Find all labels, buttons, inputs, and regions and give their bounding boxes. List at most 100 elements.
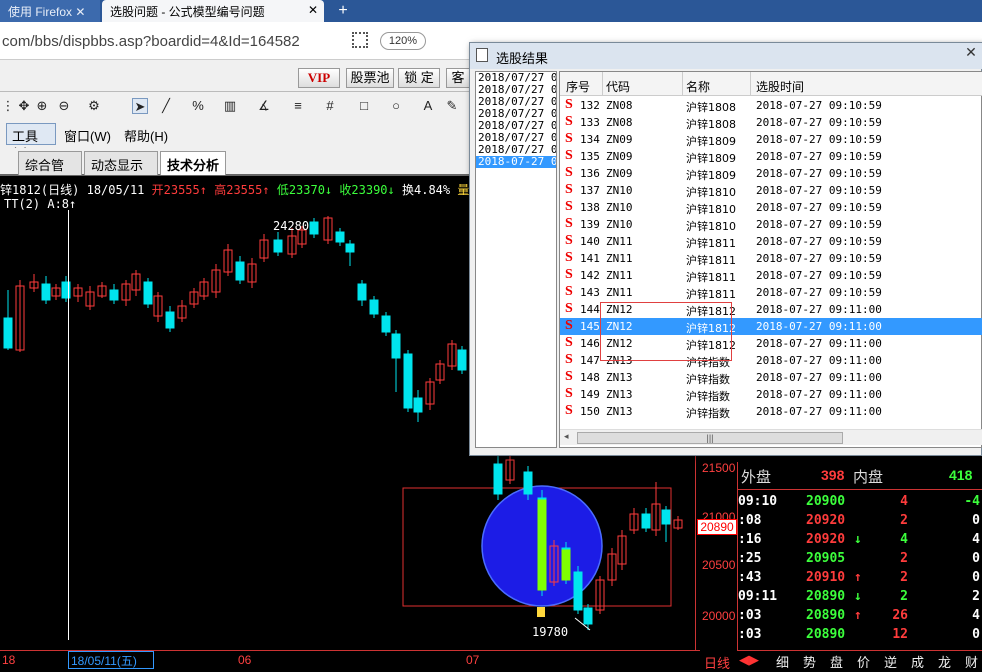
tick-chg: -4: [964, 494, 980, 509]
cell-name: 沪锌1811: [686, 288, 736, 301]
axis-price-label: 20000: [702, 609, 736, 623]
tab-overview[interactable]: 综合管理: [18, 151, 82, 192]
panel-tab[interactable]: 财: [965, 652, 978, 671]
panel-tab[interactable]: 势: [803, 652, 816, 671]
text-tool-icon[interactable]: A: [420, 98, 436, 114]
scroll-left-icon[interactable]: ◂: [564, 431, 569, 442]
table-row[interactable]: S 142 ZN11 沪锌1811 2018-07-27 09:10:59: [560, 267, 982, 284]
qr-code-icon[interactable]: [352, 32, 368, 48]
tick-vol: 2: [900, 513, 908, 528]
line-tool-icon[interactable]: ╱: [158, 98, 174, 114]
pointer-icon[interactable]: ➤: [132, 98, 148, 114]
cell-time: 2018-07-27 09:10:59: [756, 269, 882, 282]
date-label-selected: 18/05/11(五): [68, 651, 154, 669]
col-time[interactable]: 选股时间: [756, 78, 804, 95]
stock-pool-button[interactable]: 股票池: [346, 68, 394, 88]
brush-tool-icon[interactable]: ✎: [444, 98, 460, 114]
close-icon[interactable]: ✕: [72, 5, 85, 19]
table-row[interactable]: S 143 ZN11 沪锌1811 2018-07-27 09:10:59: [560, 284, 982, 301]
cell-s: S: [565, 403, 573, 418]
scrollbar-thumb[interactable]: |||: [577, 432, 843, 444]
circle-tool-icon[interactable]: ○: [388, 98, 404, 114]
date-list[interactable]: 2018/07/27 0 2018/07/27 0 2018/07/27 0 2018…: [475, 71, 557, 448]
tick-price: 20920: [806, 513, 846, 528]
rect-tool-icon[interactable]: □: [356, 98, 372, 114]
panel-tab[interactable]: 盘: [830, 652, 843, 671]
table-row[interactable]: S 136 ZN09 沪锌1809 2018-07-27 09:10:59: [560, 165, 982, 182]
table-row[interactable]: S 132 ZN08 沪锌1808 2018-07-27 09:10:59: [560, 97, 982, 114]
table-row[interactable]: S 137 ZN10 沪锌1810 2018-07-27 09:10:59: [560, 182, 982, 199]
zoom-in-icon[interactable]: ⊕: [34, 98, 50, 114]
tab-prev-icon[interactable]: ◀▶: [739, 652, 759, 668]
col-divider: [750, 72, 751, 96]
col-name[interactable]: 名称: [686, 78, 710, 95]
tick-time: 09:10: [738, 494, 778, 509]
move-icon[interactable]: ✥: [16, 98, 32, 114]
candle-body: [3, 317, 13, 349]
outer-label: 外盘: [741, 469, 772, 486]
tab-technical-analysis[interactable]: 技术分析: [160, 151, 226, 175]
panel-tab[interactable]: 价: [857, 652, 870, 671]
menu-tools[interactable]: 工具(T): [6, 123, 56, 160]
cell-name: 沪锌指数: [686, 407, 730, 420]
col-code[interactable]: 代码: [606, 78, 630, 95]
quote-date: 18/05/11: [86, 183, 145, 197]
grid-tool-icon[interactable]: #: [322, 98, 338, 114]
gear-icon[interactable]: ⚙: [86, 98, 102, 114]
new-tab-plus-icon[interactable]: +: [330, 0, 356, 22]
candle-body: [109, 289, 119, 301]
panel-tab[interactable]: 成: [911, 652, 924, 671]
browser-tab-firefox[interactable]: 使用 Firefox ✕: [0, 0, 100, 22]
table-row[interactable]: S 141 ZN11 沪锌1811 2018-07-27 09:10:59: [560, 250, 982, 267]
tick-price: 20890: [806, 608, 846, 623]
cell-seq: 143: [580, 286, 600, 299]
cell-seq: 140: [580, 235, 600, 248]
cell-time: 2018-07-27 09:10:59: [756, 252, 882, 265]
tab-dynamic[interactable]: 动态显示牌: [84, 151, 158, 192]
fib-tool-icon[interactable]: ≡: [290, 98, 306, 114]
table-row[interactable]: S 134 ZN09 沪锌1809 2018-07-27 09:10:59: [560, 131, 982, 148]
angle-tool-icon[interactable]: ∡: [256, 98, 272, 114]
table-row[interactable]: S 138 ZN10 沪锌1810 2018-07-27 09:10:59: [560, 199, 982, 216]
tick-chg: 0: [972, 551, 980, 566]
menu-help[interactable]: 帮助(H): [124, 126, 168, 145]
panel-tab[interactable]: 龙: [938, 652, 951, 671]
cell-time: 2018-07-27 09:10:59: [756, 218, 882, 231]
zoom-out-icon[interactable]: ⊖: [56, 98, 72, 114]
crosshair-line: [68, 210, 69, 640]
table-row[interactable]: S 135 ZN09 沪锌1809 2018-07-27 09:10:59: [560, 148, 982, 165]
table-row[interactable]: S 139 ZN10 沪锌1810 2018-07-27 09:10:59: [560, 216, 982, 233]
tab-title: 选股问题 - 公式模型编号问题: [110, 5, 265, 19]
close-icon[interactable]: ✕: [960, 44, 982, 66]
panel-tab[interactable]: 细: [776, 652, 789, 671]
table-row[interactable]: S 140 ZN11 沪锌1811 2018-07-27 09:10:59: [560, 233, 982, 250]
table-row[interactable]: S 150 ZN13 沪锌指数 2018-07-27 09:11:00: [560, 403, 982, 420]
tick-time: 09:11: [738, 589, 778, 604]
open-price: 开23555↑: [151, 183, 207, 197]
more-button[interactable]: 客: [446, 68, 470, 88]
menu-window[interactable]: 窗口(W): [64, 126, 111, 145]
table-row[interactable]: S 148 ZN13 沪锌指数 2018-07-27 09:11:00: [560, 369, 982, 386]
url-text[interactable]: com/bbs/dispbbs.asp?boardid=4&Id=164582: [2, 33, 300, 50]
date-list-item[interactable]: 2018-07-27 0: [476, 156, 556, 168]
candle-body: [41, 283, 51, 301]
lock-button[interactable]: 锁 定: [398, 68, 440, 88]
col-seq[interactable]: 序号: [566, 78, 590, 95]
table-row[interactable]: S 149 ZN13 沪锌指数 2018-07-27 09:11:00: [560, 386, 982, 403]
col-divider: [602, 72, 603, 96]
ruler-tool-icon[interactable]: ▥: [222, 98, 238, 114]
period-label[interactable]: 日线: [704, 653, 730, 672]
panel-tab[interactable]: 逆: [884, 652, 897, 671]
percent-tool-icon[interactable]: %: [190, 98, 206, 114]
table-row[interactable]: S 133 ZN08 沪锌1808 2018-07-27 09:10:59: [560, 114, 982, 131]
cell-name: 沪锌1810: [686, 220, 736, 233]
browser-tab-active[interactable]: 选股问题 - 公式模型编号问题 ✕: [102, 0, 324, 22]
date-label: 18: [2, 653, 16, 667]
cell-seq: 145: [580, 320, 600, 333]
close-icon[interactable]: ✕: [308, 3, 318, 17]
zoom-level[interactable]: 120%: [380, 32, 426, 50]
marker-icon: [537, 607, 545, 617]
vip-button[interactable]: VIP: [298, 68, 340, 88]
candle-body: [345, 243, 355, 253]
candle-body: [391, 333, 401, 359]
